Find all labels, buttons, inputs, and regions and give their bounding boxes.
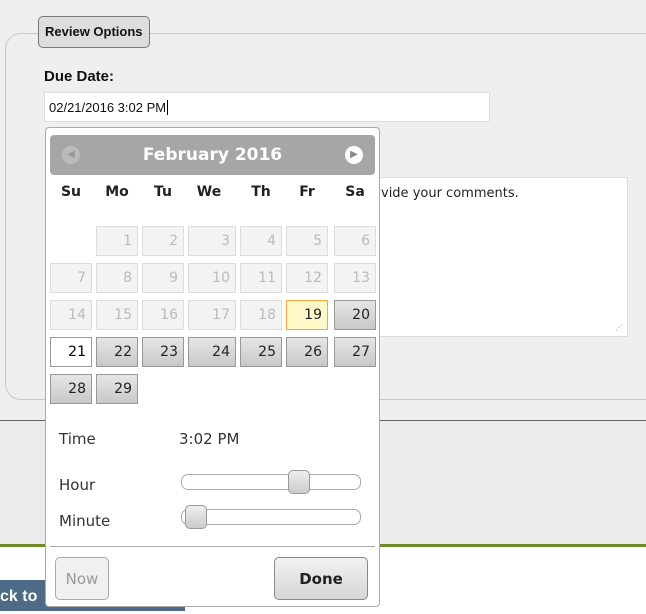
- day-cell: 7: [50, 263, 92, 293]
- prev-month-icon[interactable]: ◀: [62, 146, 80, 164]
- divider: [50, 546, 375, 547]
- day-cell: 6: [334, 226, 376, 256]
- day-cell[interactable]: 19: [286, 300, 328, 330]
- minute-label: Minute: [59, 512, 111, 530]
- comments-textarea[interactable]: vide your comments. ⋰: [372, 177, 628, 337]
- day-cell: 2: [142, 226, 184, 256]
- weekday-header: Mo: [105, 184, 129, 200]
- comments-placeholder: vide your comments.: [381, 186, 519, 201]
- day-cell[interactable]: 24: [188, 337, 236, 367]
- day-cell[interactable]: 26: [286, 337, 328, 367]
- due-date-label: Due Date:: [44, 68, 115, 85]
- month-title: February 2016: [142, 145, 283, 165]
- calendar-header: ◀ February 2016 ▶: [50, 135, 375, 175]
- minute-slider[interactable]: [181, 505, 361, 529]
- now-button[interactable]: Now: [55, 557, 109, 600]
- day-cell: 10: [188, 263, 236, 293]
- day-cell: 3: [188, 226, 236, 256]
- day-cell[interactable]: 25: [240, 337, 282, 367]
- done-button[interactable]: Done: [274, 557, 368, 600]
- day-cell[interactable]: 21: [50, 337, 92, 367]
- day-cell: 14: [50, 300, 92, 330]
- resize-grip-icon[interactable]: ⋰: [615, 323, 623, 332]
- datetime-picker: ◀ February 2016 ▶ Su Mo Tu We Th Fr Sa 1234567…: [45, 127, 380, 607]
- day-cell[interactable]: 20: [334, 300, 376, 330]
- weekday-header: We: [196, 184, 222, 200]
- weekday-header: Sa: [345, 184, 365, 200]
- weekday-header: Su: [60, 184, 82, 200]
- day-cell[interactable]: 23: [142, 337, 184, 367]
- day-cell: 16: [142, 300, 184, 330]
- day-cell: 5: [286, 226, 328, 256]
- due-date-input[interactable]: 02/21/2016 3:02 PM: [44, 92, 490, 122]
- day-cell[interactable]: 22: [96, 337, 138, 367]
- time-label: Time: [59, 430, 96, 448]
- weekday-header: Th: [251, 184, 271, 200]
- hour-slider[interactable]: [181, 470, 361, 494]
- day-cell: 12: [286, 263, 328, 293]
- day-cell: 11: [240, 263, 282, 293]
- hour-label: Hour: [59, 476, 96, 494]
- due-date-value: 02/21/2016 3:02 PM: [49, 100, 167, 115]
- hour-slider-handle[interactable]: [288, 470, 311, 494]
- day-cell: 1: [96, 226, 138, 256]
- day-cell: 17: [188, 300, 236, 330]
- day-cell: 18: [240, 300, 282, 330]
- day-cell: 4: [240, 226, 282, 256]
- minute-slider-handle[interactable]: [185, 505, 208, 529]
- day-cell: 9: [142, 263, 184, 293]
- day-cell[interactable]: 27: [334, 337, 376, 367]
- weekday-header: Fr: [299, 184, 315, 200]
- time-value: 3:02 PM: [179, 430, 240, 448]
- review-options-legend: Review Options: [38, 16, 150, 48]
- day-cell[interactable]: 29: [96, 374, 138, 404]
- day-cell[interactable]: 28: [50, 374, 92, 404]
- weekday-header: Tu: [154, 184, 172, 200]
- next-month-icon[interactable]: ▶: [345, 146, 363, 164]
- day-cell: 13: [334, 263, 376, 293]
- day-cell: 8: [96, 263, 138, 293]
- day-cell: 15: [96, 300, 138, 330]
